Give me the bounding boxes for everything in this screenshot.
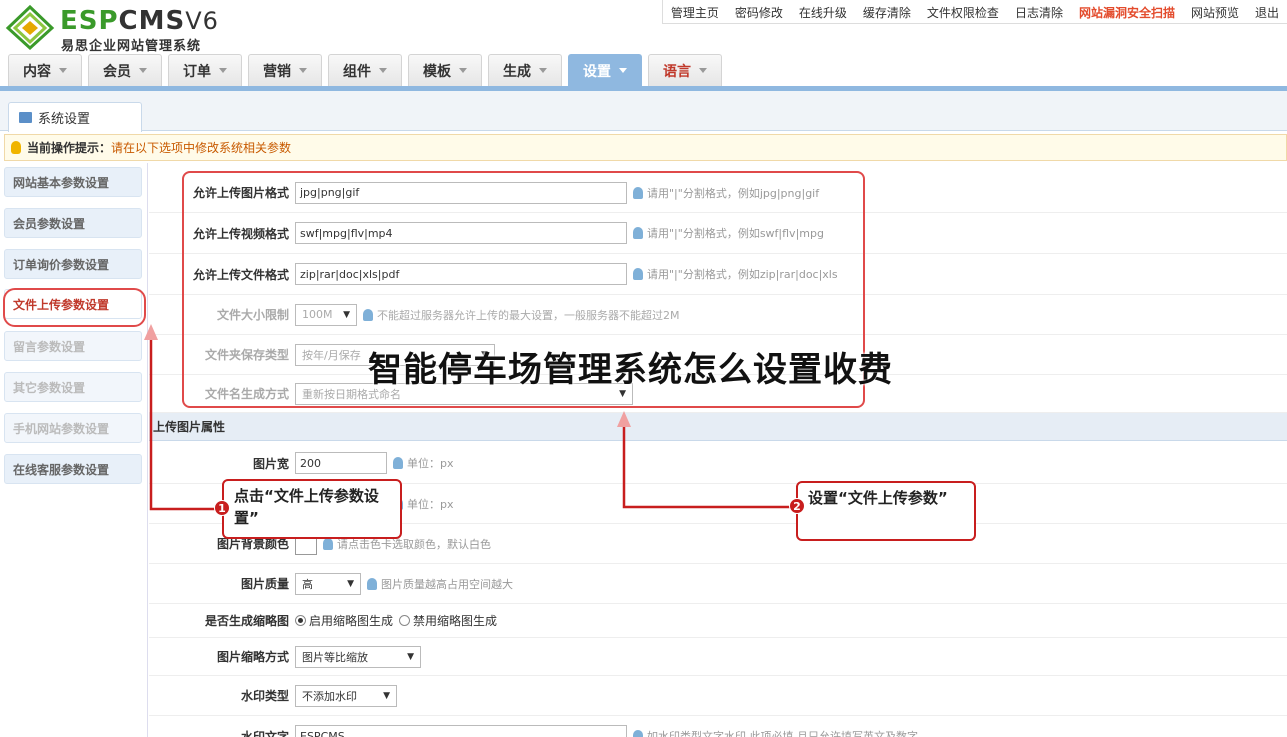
chevron-down-icon bbox=[459, 68, 467, 73]
help-icon bbox=[633, 730, 643, 737]
chevron-down-icon bbox=[699, 68, 707, 73]
subtab-system-settings[interactable]: 系统设置 bbox=[8, 102, 142, 132]
callout-step-2: 设置“文件上传参数” bbox=[796, 481, 976, 541]
tip-label: 当前操作提示： bbox=[27, 141, 112, 155]
tab-members[interactable]: 会员 bbox=[88, 54, 162, 86]
header: ESPCMSV6 易思企业网站管理系统 管理主页 密码修改 在线升级 缓存清除 … bbox=[0, 0, 1287, 88]
chevron-down-icon bbox=[379, 68, 387, 73]
settings-sidebar: 网站基本参数设置 会员参数设置 订单询价参数设置 文件上传参数设置 留言参数设置… bbox=[0, 163, 148, 737]
sidebar-item-order[interactable]: 订单询价参数设置 bbox=[4, 249, 142, 279]
thumbnail-enable-radio[interactable]: 启用缩略图生成 bbox=[295, 612, 393, 629]
logo-emblem-icon bbox=[5, 4, 55, 50]
tab-content[interactable]: 内容 bbox=[8, 54, 82, 86]
subtab-bar: 系统设置 bbox=[0, 91, 1287, 132]
watermark-text-input[interactable]: ESPCMS bbox=[295, 725, 627, 737]
sidebar-item-mobile[interactable]: 手机网站参数设置 bbox=[4, 413, 142, 443]
chevron-down-icon bbox=[299, 68, 307, 73]
chevron-down-icon bbox=[619, 68, 627, 73]
chevron-down-icon bbox=[59, 68, 67, 73]
step-1-badge: 1 bbox=[214, 500, 230, 516]
sidebar-item-service[interactable]: 在线客服参数设置 bbox=[4, 454, 142, 484]
callout-step-1: 点击“文件上传参数设置” bbox=[222, 479, 402, 539]
form-row-watermark-text: 水印文字 ESPCMS 如水印类型文字水印,此项必填,且只允许填写英文及数字 bbox=[149, 716, 1287, 737]
watermark-type-select[interactable]: 不添加水印 ▼ bbox=[295, 684, 397, 707]
tab-generate[interactable]: 生成 bbox=[488, 54, 562, 86]
dropdown-arrow-icon: ▼ bbox=[383, 690, 390, 701]
thumbnail-mode-select[interactable]: 图片等比缩放 ▼ bbox=[295, 645, 421, 668]
top-link-clear-log[interactable]: 日志清除 bbox=[1007, 0, 1071, 23]
section-image-properties: 上传图片属性 bbox=[149, 413, 1287, 441]
form-row-thumbnail-mode: 图片缩略方式 图片等比缩放 ▼ bbox=[149, 638, 1287, 676]
espcms-logo[interactable]: ESPCMSV6 易思企业网站管理系统 bbox=[4, 4, 219, 54]
step-2-badge: 2 bbox=[789, 498, 805, 514]
tip-message: 请在以下选项中修改系统相关参数 bbox=[111, 141, 292, 155]
sidebar-item-other[interactable]: 其它参数设置 bbox=[4, 372, 142, 402]
tab-components[interactable]: 组件 bbox=[328, 54, 402, 86]
operation-tip-bar: 当前操作提示： 请在以下选项中修改系统相关参数 bbox=[4, 134, 1287, 161]
sidebar-item-member[interactable]: 会员参数设置 bbox=[4, 208, 142, 238]
tab-templates[interactable]: 模板 bbox=[408, 54, 482, 86]
dropdown-arrow-icon: ▼ bbox=[407, 651, 414, 662]
help-icon bbox=[323, 537, 333, 550]
logo-subtitle: 易思企业网站管理系统 bbox=[61, 39, 202, 54]
main-nav: 内容 会员 订单 营销 组件 模板 生成 设置 语言 bbox=[8, 54, 722, 86]
dropdown-arrow-icon: ▼ bbox=[347, 578, 354, 589]
chevron-down-icon bbox=[539, 68, 547, 73]
sidebar-item-basic[interactable]: 网站基本参数设置 bbox=[4, 167, 142, 197]
top-links-bar: 管理主页 密码修改 在线升级 缓存清除 文件权限检查 日志清除 网站漏洞安全扫描… bbox=[661, 0, 1287, 24]
monitor-icon bbox=[19, 112, 32, 123]
quality-select[interactable]: 高 ▼ bbox=[295, 572, 361, 595]
lightbulb-icon bbox=[11, 141, 21, 154]
form-row-thumbnail: 是否生成缩略图 启用缩略图生成 禁用缩略图生成 bbox=[149, 604, 1287, 638]
chevron-down-icon bbox=[219, 68, 227, 73]
image-width-input[interactable]: 200 bbox=[295, 452, 387, 474]
tab-settings[interactable]: 设置 bbox=[568, 54, 642, 86]
top-link-upgrade[interactable]: 在线升级 bbox=[791, 0, 855, 23]
form-row-image-width: 图片宽 200 单位：px bbox=[149, 443, 1287, 484]
form-row-quality: 图片质量 高 ▼ 图片质量越高占用空间越大 bbox=[149, 564, 1287, 604]
overlay-title: 智能停车场管理系统怎么设置收费 bbox=[368, 350, 893, 390]
form-row-watermark-type: 水印类型 不添加水印 ▼ bbox=[149, 676, 1287, 716]
chevron-down-icon bbox=[139, 68, 147, 73]
tab-marketing[interactable]: 营销 bbox=[248, 54, 322, 86]
help-icon bbox=[393, 457, 403, 469]
top-link-logout[interactable]: 退出 bbox=[1247, 0, 1287, 23]
sidebar-item-message[interactable]: 留言参数设置 bbox=[4, 331, 142, 361]
help-icon bbox=[367, 577, 377, 590]
highlight-sidebar-upload-box bbox=[3, 288, 146, 327]
tab-language[interactable]: 语言 bbox=[648, 54, 722, 86]
top-link-permission-check[interactable]: 文件权限检查 bbox=[919, 0, 1007, 23]
top-link-password[interactable]: 密码修改 bbox=[727, 0, 791, 23]
top-link-home[interactable]: 管理主页 bbox=[663, 0, 727, 23]
top-link-clear-cache[interactable]: 缓存清除 bbox=[855, 0, 919, 23]
logo-wordmark: ESPCMSV6 bbox=[60, 6, 219, 36]
top-link-security-scan[interactable]: 网站漏洞安全扫描 bbox=[1071, 0, 1183, 23]
thumbnail-disable-radio[interactable]: 禁用缩略图生成 bbox=[399, 612, 497, 629]
top-link-preview[interactable]: 网站预览 bbox=[1183, 0, 1247, 23]
tab-orders[interactable]: 订单 bbox=[168, 54, 242, 86]
